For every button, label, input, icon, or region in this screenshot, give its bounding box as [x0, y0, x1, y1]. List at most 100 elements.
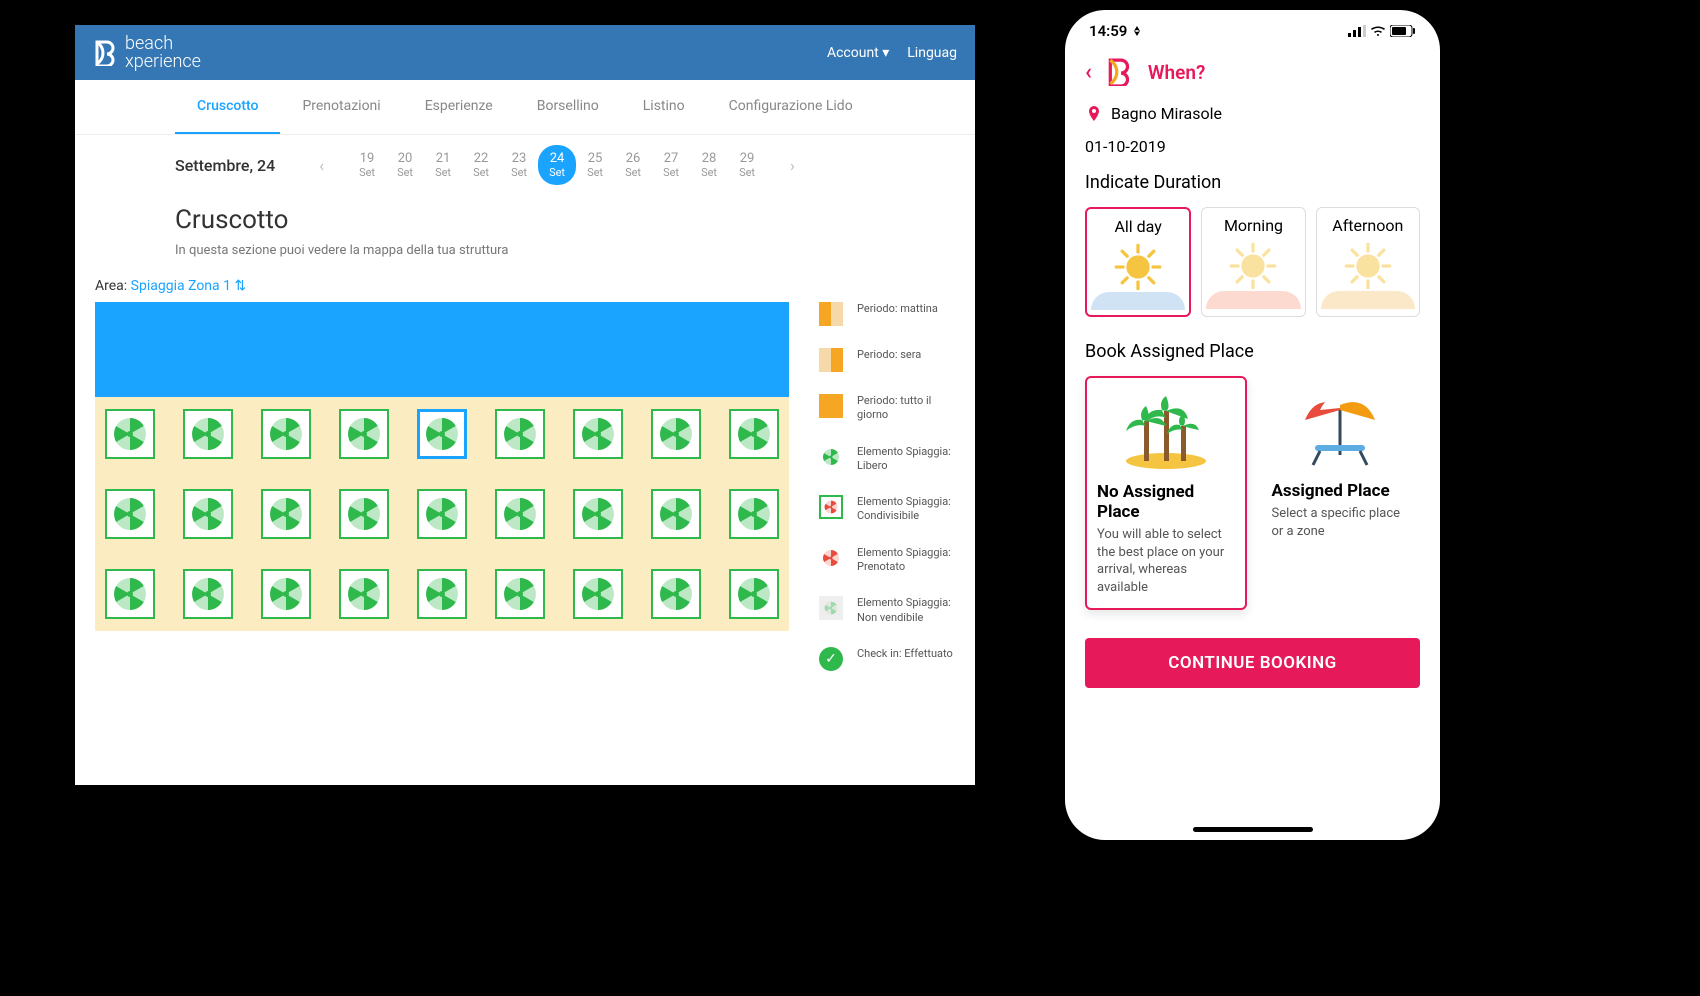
- umbrella-spot[interactable]: [573, 489, 623, 539]
- sea-strip: [95, 302, 789, 397]
- umbrella-spot[interactable]: [495, 569, 545, 619]
- brand-logo: beach xperience: [93, 35, 201, 71]
- location-pin-icon: [1085, 105, 1103, 123]
- duration-option[interactable]: Morning: [1201, 207, 1305, 317]
- tab-borsellino[interactable]: Borsellino: [515, 80, 621, 134]
- mobile-body: Bagno Mirasole 01-10-2019 Indicate Durat…: [1065, 104, 1440, 688]
- legend-item: Elemento Spiaggia: Condivisibile: [819, 495, 955, 524]
- umbrella-spot[interactable]: [417, 569, 467, 619]
- date-cell[interactable]: 29Set: [728, 145, 766, 185]
- umbrella-spot[interactable]: [105, 489, 155, 539]
- umbrella-spot[interactable]: [261, 569, 311, 619]
- date-cell[interactable]: 21Set: [424, 145, 462, 185]
- umbrella-spot[interactable]: [339, 569, 389, 619]
- place-label: Book Assigned Place: [1085, 341, 1420, 362]
- location-row: Bagno Mirasole: [1085, 104, 1420, 123]
- legend-item: Periodo: mattina: [819, 302, 955, 326]
- umbrella-spot[interactable]: [105, 569, 155, 619]
- umbrella-spot[interactable]: [261, 489, 311, 539]
- umbrella-spot[interactable]: [729, 489, 779, 539]
- place-options: No Assigned PlaceYou will able to select…: [1085, 376, 1420, 610]
- location-name: Bagno Mirasole: [1111, 104, 1222, 123]
- beach-grid: [95, 397, 789, 631]
- umbrella-spot[interactable]: [729, 569, 779, 619]
- date-cell[interactable]: 26Set: [614, 145, 652, 185]
- status-bar: 14:59: [1065, 10, 1440, 48]
- date-cell[interactable]: 22Set: [462, 145, 500, 185]
- legend: Periodo: mattina Periodo: sera Periodo: tu…: [819, 302, 955, 693]
- map-wrap: Periodo: mattina Periodo: sera Periodo: tu…: [75, 302, 975, 693]
- umbrella-spot[interactable]: [183, 409, 233, 459]
- duration-options: All dayMorningAfternoon: [1085, 207, 1420, 317]
- date-next[interactable]: ›: [786, 152, 799, 179]
- battery-icon: [1390, 25, 1416, 37]
- tab-cruscotto[interactable]: Cruscotto: [175, 80, 280, 134]
- place-option[interactable]: No Assigned PlaceYou will able to select…: [1085, 376, 1247, 610]
- place-option[interactable]: Assigned PlaceSelect a specific place or…: [1261, 376, 1421, 610]
- date-picker-row: Settembre, 24 ‹ 19Set20Set21Set22Set23Se…: [75, 135, 975, 195]
- umbrella-spot[interactable]: [417, 489, 467, 539]
- mobile-title: When?: [1148, 61, 1205, 84]
- umbrella-spot[interactable]: [261, 409, 311, 459]
- area-selector-row: Area: Spiaggia Zona 1 ⇅: [75, 278, 975, 302]
- umbrella-spot[interactable]: [495, 489, 545, 539]
- status-icons: [1348, 25, 1416, 37]
- umbrella-spot[interactable]: [573, 409, 623, 459]
- umbrella-spot[interactable]: [183, 569, 233, 619]
- date-cells: 19Set20Set21Set22Set23Set24Set25Set26Set…: [348, 145, 766, 185]
- date-prev[interactable]: ‹: [315, 152, 328, 179]
- tab-configurazione-lido[interactable]: Configurazione Lido: [707, 80, 875, 134]
- umbrella-spot[interactable]: [339, 409, 389, 459]
- account-menu[interactable]: Account ▾: [827, 45, 889, 61]
- duration-option[interactable]: Afternoon: [1316, 207, 1420, 317]
- continue-button[interactable]: CONTINUE BOOKING: [1085, 638, 1420, 688]
- legend-item: Elemento Spiaggia: Non vendibile: [819, 596, 955, 625]
- nav-tabs: CruscottoPrenotazioniEsperienzeBorsellin…: [75, 80, 975, 135]
- status-time: 14:59: [1089, 22, 1143, 40]
- legend-item: Elemento Spiaggia: Libero: [819, 445, 955, 474]
- back-button[interactable]: ‹: [1085, 60, 1092, 85]
- topbar-right: Account ▾ Linguag: [827, 45, 957, 61]
- legend-item: Periodo: sera: [819, 348, 955, 372]
- umbrella-spot[interactable]: [417, 409, 467, 459]
- date-cell[interactable]: 28Set: [690, 145, 728, 185]
- signal-icon: [1348, 25, 1366, 37]
- app-logo-icon: [1106, 58, 1134, 86]
- wifi-icon: [1370, 25, 1386, 37]
- umbrella-spot[interactable]: [339, 489, 389, 539]
- legend-item: ✓Check in: Effettuato: [819, 647, 955, 671]
- date-cell[interactable]: 27Set: [652, 145, 690, 185]
- legend-item: Periodo: tutto il giorno: [819, 394, 955, 423]
- current-date-label: Settembre, 24: [175, 156, 275, 175]
- umbrella-spot[interactable]: [729, 409, 779, 459]
- mobile-header: ‹ When?: [1065, 48, 1440, 96]
- page-title: Cruscotto: [175, 205, 875, 235]
- date-cell[interactable]: 25Set: [576, 145, 614, 185]
- legend-item: Elemento Spiaggia: Prenotato: [819, 546, 955, 575]
- duration-option[interactable]: All day: [1085, 207, 1191, 317]
- umbrella-spot[interactable]: [573, 569, 623, 619]
- date-cell[interactable]: 23Set: [500, 145, 538, 185]
- area-dropdown[interactable]: Spiaggia Zona 1 ⇅: [131, 278, 247, 294]
- language-menu[interactable]: Linguag: [907, 45, 957, 61]
- desktop-panel: beach xperience Account ▾ Linguag Crusco…: [75, 25, 975, 785]
- home-indicator[interactable]: [1193, 827, 1313, 832]
- date-cell[interactable]: 20Set: [386, 145, 424, 185]
- date-cell[interactable]: 24Set: [538, 145, 576, 185]
- tab-listino[interactable]: Listino: [621, 80, 707, 134]
- duration-label: Indicate Duration: [1085, 172, 1420, 193]
- date-cell[interactable]: 19Set: [348, 145, 386, 185]
- tab-esperienze[interactable]: Esperienze: [403, 80, 515, 134]
- topbar: beach xperience Account ▾ Linguag: [75, 25, 975, 80]
- umbrella-spot[interactable]: [183, 489, 233, 539]
- tab-prenotazioni[interactable]: Prenotazioni: [280, 80, 402, 134]
- umbrella-spot[interactable]: [105, 409, 155, 459]
- umbrella-spot[interactable]: [651, 569, 701, 619]
- section-header: Cruscotto In questa sezione puoi vedere …: [75, 195, 975, 258]
- page-subtitle: In questa sezione puoi vedere la mappa d…: [175, 243, 875, 258]
- umbrella-spot[interactable]: [495, 409, 545, 459]
- beach-map: [95, 302, 789, 693]
- umbrella-spot[interactable]: [651, 489, 701, 539]
- umbrella-spot[interactable]: [651, 409, 701, 459]
- area-label: Area:: [95, 278, 127, 294]
